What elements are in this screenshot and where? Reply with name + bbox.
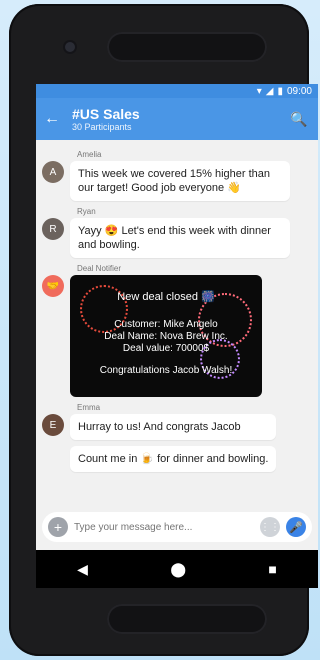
deal-value: Deal value: 70000$ <box>122 343 210 354</box>
deal-details: Customer: Mike Angelo Deal Name: Nova Br… <box>70 319 262 355</box>
chat-title-area: #US Sales 30 Participants <box>72 106 288 132</box>
message-group-emma: Emma E Hurray to us! And congrats Jacob … <box>42 403 312 472</box>
status-time: 09:00 <box>286 85 312 97</box>
microphone-button[interactable]: 🎤 <box>286 517 306 537</box>
message-row: E Hurray to us! And congrats Jacob Count… <box>42 414 312 472</box>
avatar-emma[interactable]: E <box>42 414 64 436</box>
android-nav-bar: ◀ ⬤ ■ <box>36 550 318 588</box>
message-group-deal-notifier: Deal Notifier 🤝 New deal closed 🎆 Custom… <box>42 264 312 397</box>
message-group-amelia: Amelia A This week we covered 15% higher… <box>42 150 312 201</box>
app-screen: ▾ ◢ ▮ 09:00 ← #US Sales 30 Participants … <box>36 84 318 588</box>
avatar-deal-notifier[interactable]: 🤝 <box>42 275 64 297</box>
app-bar: ← #US Sales 30 Participants 🔍 <box>36 98 318 140</box>
back-arrow-icon[interactable]: ← <box>44 110 72 128</box>
status-bar: ▾ ◢ ▮ 09:00 <box>36 84 318 98</box>
composer-pill: + ⋮⋮ 🎤 <box>42 512 312 542</box>
sender-name: Deal Notifier <box>77 264 122 273</box>
chat-title: #US Sales <box>72 106 140 122</box>
message-bubble[interactable]: Yayy 😍 Let's end this week with dinner a… <box>70 218 290 258</box>
message-stack: Hurray to us! And congrats Jacob Count m… <box>70 414 277 472</box>
message-input[interactable] <box>74 521 254 533</box>
message-group-ryan: Ryan R Yayy 😍 Let's end this week with d… <box>42 207 312 258</box>
message-row: R Yayy 😍 Let's end this week with dinner… <box>42 218 312 258</box>
wifi-icon: ▾ <box>256 85 262 97</box>
add-attachment-button[interactable]: + <box>48 517 68 537</box>
battery-icon: ▮ <box>277 85 283 97</box>
speaker-grille <box>107 32 267 62</box>
message-bubble[interactable]: Hurray to us! And congrats Jacob <box>70 414 277 440</box>
message-row: 🤝 New deal closed 🎆 Customer: Mike Angel… <box>42 275 312 397</box>
recents-nav-button[interactable]: ■ <box>268 561 276 577</box>
signal-icon: ◢ <box>265 85 274 97</box>
avatar-amelia[interactable]: A <box>42 161 64 183</box>
home-nav-button[interactable]: ⬤ <box>170 561 186 578</box>
avatar-ryan[interactable]: R <box>42 218 64 240</box>
sender-name: Amelia <box>77 150 102 159</box>
message-composer: + ⋮⋮ 🎤 <box>36 504 318 550</box>
phone-top-bezel <box>9 4 309 84</box>
speaker-grille <box>107 604 267 634</box>
message-row: A This week we covered 15% higher than o… <box>42 161 312 201</box>
message-bubble[interactable]: This week we covered 15% higher than our… <box>70 161 290 201</box>
back-nav-button[interactable]: ◀ <box>77 561 88 578</box>
deal-card[interactable]: New deal closed 🎆 Customer: Mike Angelo … <box>70 275 262 397</box>
deal-congrats: Congratulations Jacob Walsh! <box>99 365 233 376</box>
search-icon[interactable]: 🔍 <box>288 111 310 128</box>
apps-grid-icon[interactable]: ⋮⋮ <box>260 517 280 537</box>
chat-thread: Amelia A This week we covered 15% higher… <box>36 140 318 504</box>
chat-subtitle: 30 Participants <box>72 122 132 132</box>
phone-frame: ▾ ◢ ▮ 09:00 ← #US Sales 30 Participants … <box>9 4 318 656</box>
sender-name: Emma <box>77 403 101 412</box>
front-camera-icon <box>65 42 75 52</box>
message-bubble[interactable]: Count me in 🍺 for dinner and bowling. <box>70 446 277 472</box>
sender-name: Ryan <box>77 207 96 216</box>
deal-name: Deal Name: Nova Brew Inc. <box>104 331 228 342</box>
deal-customer: Customer: Mike Angelo <box>114 319 218 330</box>
deal-title: New deal closed 🎆 <box>117 291 215 303</box>
